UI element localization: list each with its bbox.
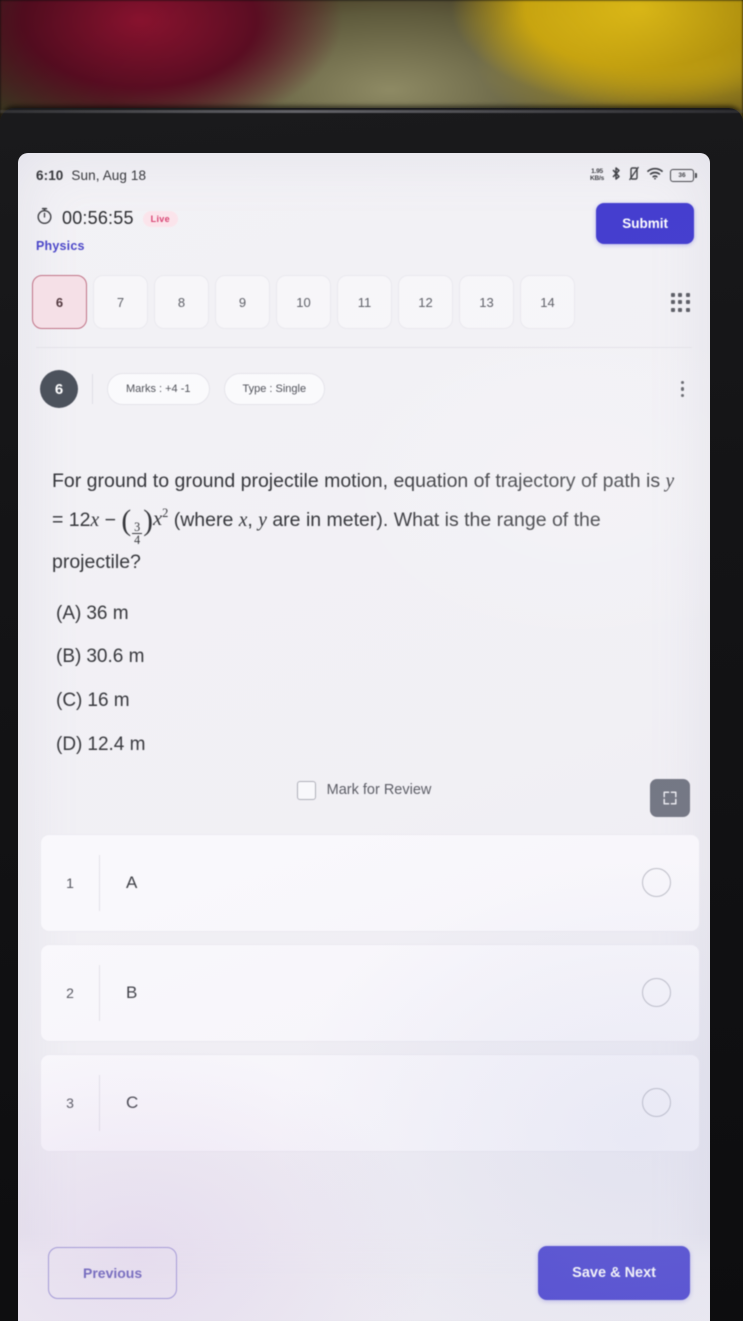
subject-label: Physics: [36, 239, 85, 253]
save-and-next-button[interactable]: Save & Next: [538, 1246, 690, 1300]
question-tabs-scroller[interactable]: 6 7 8 9 10 11 12 13 14: [32, 275, 652, 329]
meta-separator: [92, 374, 93, 404]
equation-minus: −: [99, 508, 122, 531]
phone-screen: 6:10 Sun, Aug 18 1.95 KB/s 36 00:56:55 L…: [18, 153, 710, 1321]
battery-icon: 36: [670, 168, 697, 182]
question-text-part1: For ground to ground projectile motion, …: [52, 470, 666, 492]
marks-chip: Marks : +4 -1: [107, 373, 210, 405]
fraction-denominator: 4: [132, 533, 143, 548]
phone-bezel-highlight: [0, 110, 743, 113]
text-comma: ,: [247, 508, 259, 531]
fullscreen-expand-icon: [661, 789, 679, 807]
question-palette-button[interactable]: [658, 276, 702, 328]
timer-row: 00:56:55 Live: [36, 207, 178, 230]
wifi-icon: [647, 167, 663, 183]
mark-for-review-checkbox[interactable]: [296, 780, 316, 800]
question-tab-12[interactable]: 12: [398, 275, 453, 329]
option-value: 30.6 m: [86, 646, 145, 668]
question-tab-9[interactable]: 9: [215, 275, 270, 329]
fraction-numerator: 3: [134, 519, 141, 534]
mark-for-review-label: Mark for Review: [326, 782, 432, 799]
answer-options-list: 1A2B3C: [18, 833, 710, 1152]
previous-button[interactable]: Previous: [48, 1247, 178, 1299]
answer-radio-button[interactable]: [642, 868, 671, 898]
question-number-badge: 6: [40, 370, 78, 408]
question-tab-8[interactable]: 8: [154, 275, 209, 329]
fraction-three-fourths: 34: [132, 519, 143, 548]
question-tab-6[interactable]: 6: [32, 275, 87, 329]
option-B[interactable]: (B) 30.6 m: [56, 646, 684, 669]
status-time: 6:10: [36, 167, 64, 183]
answer-row-index: 3: [66, 1094, 74, 1111]
equation-x1: x: [90, 509, 100, 531]
question-tab-10[interactable]: 10: [276, 275, 331, 329]
answer-row-index: 1: [66, 874, 74, 891]
answer-row[interactable]: 2B: [40, 943, 700, 1042]
kebab-menu-icon[interactable]: [671, 375, 694, 404]
question-tab-11[interactable]: 11: [337, 275, 392, 329]
option-C[interactable]: (C) 16 m: [56, 690, 684, 713]
option-value: 16 m: [87, 690, 130, 712]
bluetooth-icon: [611, 166, 621, 184]
question-tab-14[interactable]: 14: [520, 275, 575, 329]
equation-y: y: [665, 471, 675, 492]
network-speed-icon: 1.95 KB/s: [590, 168, 604, 182]
question-text-part2: (where: [168, 508, 239, 531]
fullscreen-toggle-button[interactable]: [650, 779, 690, 817]
option-key: (A): [56, 602, 82, 624]
paren-close: ): [143, 504, 153, 537]
option-A[interactable]: (A) 36 m: [56, 603, 684, 626]
mark-for-review-row[interactable]: Mark for Review: [18, 780, 710, 800]
answer-radio-button[interactable]: [642, 978, 671, 1008]
x-base: x: [152, 508, 163, 531]
option-value: 12.4 m: [87, 733, 146, 755]
question-text: For ground to ground projectile motion, …: [18, 408, 710, 579]
answer-row-letter: C: [126, 1092, 139, 1112]
answer-row-index: 2: [66, 984, 74, 1001]
network-speed-unit: KB/s: [589, 175, 604, 182]
options-list: (A) 36 m (B) 30.6 m (C) 16 m (D) 12.4 m: [18, 579, 710, 757]
timer-block: 00:56:55 Live Physics: [36, 203, 178, 253]
paren-open: (: [121, 504, 132, 537]
status-bar-icons: 1.95 KB/s 36: [590, 166, 697, 184]
countdown-timer: 00:56:55: [62, 208, 134, 228]
question-tab-7[interactable]: 7: [93, 275, 148, 329]
grid-icon: [670, 292, 690, 312]
answer-row[interactable]: 1A: [40, 833, 700, 932]
stopwatch-icon: [36, 207, 53, 230]
option-D[interactable]: (D) 12.4 m: [56, 734, 684, 757]
option-key: (B): [56, 646, 82, 668]
type-chip: Type : Single: [223, 373, 326, 405]
live-badge: Live: [142, 210, 178, 227]
answer-row[interactable]: 3C: [40, 1053, 700, 1152]
exam-header: 00:56:55 Live Physics Submit: [18, 197, 710, 253]
submit-button[interactable]: Submit: [596, 203, 694, 244]
answer-row-letter: B: [126, 982, 138, 1002]
question-meta-row: 6 Marks : +4 -1 Type : Single: [18, 348, 710, 408]
question-tab-13[interactable]: 13: [459, 275, 514, 329]
status-bar: 6:10 Sun, Aug 18 1.95 KB/s 36: [18, 153, 710, 197]
network-speed-value: 1.95: [591, 168, 603, 175]
vibrate-icon: [628, 166, 640, 184]
bottom-navigation: Previous Save & Next: [18, 1233, 710, 1321]
status-date: Sun, Aug 18: [71, 167, 147, 183]
battery-level: 36: [678, 171, 686, 179]
equation-x-squared: x2: [152, 507, 168, 531]
answer-radio-button[interactable]: [642, 1088, 671, 1118]
var-y: y: [258, 509, 267, 531]
option-value: 36 m: [86, 602, 129, 624]
status-bar-left: 6:10 Sun, Aug 18: [36, 168, 146, 183]
question-tabs-bar: 6 7 8 9 10 11 12 13 14: [18, 275, 710, 329]
answer-row-letter: A: [126, 872, 138, 892]
option-key: (D): [56, 733, 83, 755]
equation-equals: = 12: [52, 508, 91, 531]
option-key: (C): [56, 690, 83, 712]
